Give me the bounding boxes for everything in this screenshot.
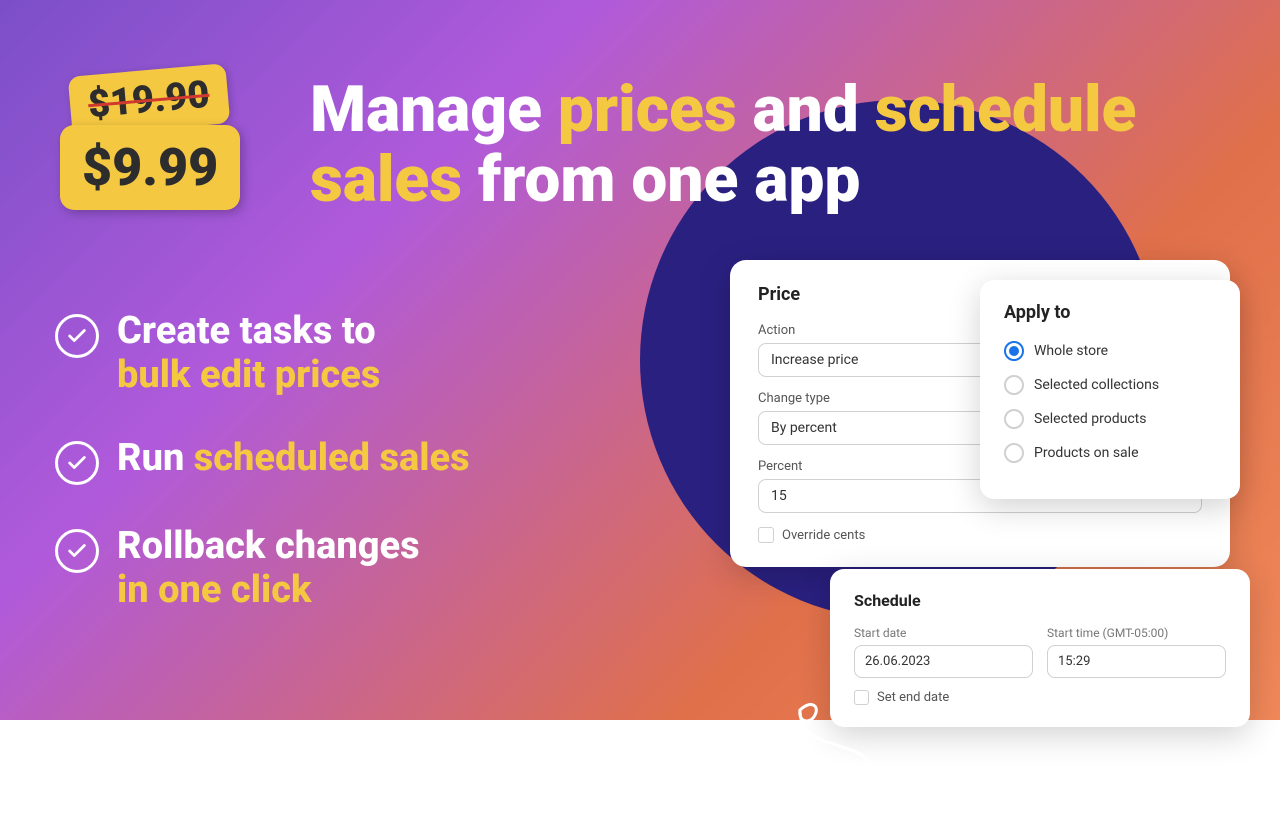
check-circle-1 — [55, 314, 99, 358]
override-label: Override cents — [782, 528, 865, 543]
radio-whole-store[interactable]: Whole store — [1004, 341, 1216, 361]
curved-arrow — [780, 700, 910, 820]
background: $19.90 $9.99 Manage prices and schedule … — [0, 0, 1280, 720]
start-date-label: Start date — [854, 626, 1033, 640]
start-date-input[interactable]: 26.06.2023 — [854, 645, 1033, 678]
feature-colored-2: scheduled sales — [194, 436, 470, 480]
radio-products-on-sale[interactable]: Products on sale — [1004, 443, 1216, 463]
override-row: Override cents — [758, 527, 1202, 543]
feature-item-1: Create tasks tobulk edit prices — [55, 310, 470, 397]
ui-cards-container: Price Action Increase price Change type … — [730, 260, 1230, 567]
radio-outer-selected-collections — [1004, 375, 1024, 395]
radio-outer-selected-products — [1004, 409, 1024, 429]
feature-text-1: Create tasks tobulk edit prices — [117, 310, 380, 397]
apply-to-card: Apply to Whole store Selected collection… — [980, 280, 1240, 499]
headline-highlight-prices: prices — [558, 72, 737, 147]
radio-selected-products[interactable]: Selected products — [1004, 409, 1216, 429]
feature-item-3: Rollback changesin one click — [55, 525, 470, 612]
radio-label-selected-collections: Selected collections — [1034, 377, 1159, 393]
radio-label-whole-store: Whole store — [1034, 343, 1108, 359]
headline-line1: Manage prices and schedule — [310, 75, 1136, 145]
radio-inner-whole-store — [1009, 346, 1019, 356]
headline-highlight-sales: sales — [310, 142, 462, 217]
override-checkbox[interactable] — [758, 527, 774, 543]
features-list: Create tasks tobulk edit prices Run sche… — [55, 310, 470, 653]
check-circle-3 — [55, 529, 99, 573]
new-price-tag: $9.99 — [60, 125, 240, 210]
start-time-input[interactable]: 15:29 — [1047, 645, 1226, 678]
feature-text-3: Rollback changesin one click — [117, 525, 420, 612]
check-circle-2 — [55, 441, 99, 485]
start-time-label: Start time (GMT-05:00) — [1047, 626, 1226, 640]
feature-colored-3: in one click — [117, 568, 312, 612]
headline-highlight-schedule: schedule — [875, 72, 1137, 147]
new-price-value: $9.99 — [82, 137, 218, 198]
schedule-dates-row: Start date 26.06.2023 Start time (GMT-05… — [854, 626, 1226, 678]
old-price-value: $19.90 — [86, 73, 211, 127]
feature-item-2: Run scheduled sales — [55, 437, 470, 485]
radio-selected-collections[interactable]: Selected collections — [1004, 375, 1216, 395]
radio-label-products-on-sale: Products on sale — [1034, 445, 1139, 461]
radio-outer-products-on-sale — [1004, 443, 1024, 463]
headline-line2: sales from one app — [310, 145, 1136, 215]
price-tags: $19.90 $9.99 — [60, 70, 240, 205]
headline: Manage prices and schedule sales from on… — [310, 75, 1136, 216]
feature-colored-1: bulk edit prices — [117, 353, 380, 397]
feature-text-2: Run scheduled sales — [117, 437, 470, 481]
schedule-title: Schedule — [854, 591, 1226, 610]
apply-to-title: Apply to — [1004, 302, 1216, 323]
start-time-field: Start time (GMT-05:00) 15:29 — [1047, 626, 1226, 678]
radio-outer-whole-store — [1004, 341, 1024, 361]
radio-label-selected-products: Selected products — [1034, 411, 1146, 427]
start-date-field: Start date 26.06.2023 — [854, 626, 1033, 678]
